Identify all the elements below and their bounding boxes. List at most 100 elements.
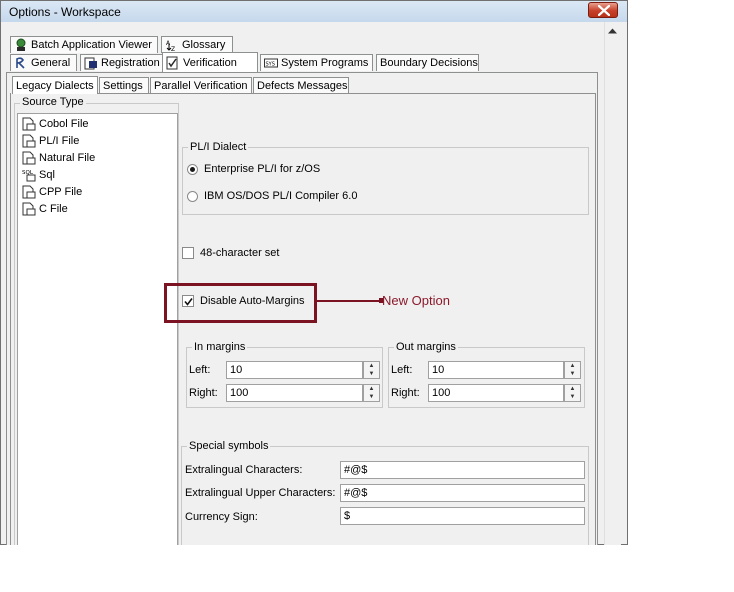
file-icon xyxy=(22,134,36,147)
spin-down-icon[interactable]: ▼ xyxy=(364,370,379,378)
source-item-label: Natural File xyxy=(39,151,96,164)
file-icon xyxy=(22,185,36,198)
char-set-48-checkbox[interactable] xyxy=(182,247,194,259)
file-icon xyxy=(22,202,36,215)
source-item-c[interactable]: C File xyxy=(22,200,68,217)
tab-label: Glossary xyxy=(182,39,226,51)
highlight-box xyxy=(164,283,317,323)
spin-up-icon[interactable]: ▲ xyxy=(565,385,580,393)
source-type-legend: Source Type xyxy=(20,96,86,108)
subtab-defects-messages[interactable]: Defects Messages xyxy=(253,77,349,94)
verification-icon xyxy=(166,56,178,69)
currency-sign-input[interactable]: $ xyxy=(340,507,585,525)
dialect-option-label: IBM OS/DOS PL/I Compiler 6.0 xyxy=(204,190,358,202)
source-item-pli[interactable]: PL/I File xyxy=(22,132,79,149)
system-programs-icon: SYS xyxy=(264,58,278,68)
source-type-list[interactable]: Cobol File PL/I File Natural File SQL Sq… xyxy=(17,113,178,545)
tab-label: Verification xyxy=(183,56,237,69)
subtab-label: Legacy Dialects xyxy=(16,79,94,92)
general-icon xyxy=(16,57,25,69)
extralingual-characters-label: Extralingual Characters: xyxy=(185,464,303,476)
tab-label: Boundary Decisions xyxy=(380,57,478,69)
in-margins-left-label: Left: xyxy=(189,364,211,376)
char-set-48-option[interactable]: 48-character set xyxy=(182,247,279,259)
char-set-48-label: 48-character set xyxy=(200,247,280,259)
out-margins-right-spinner[interactable]: ▲ ▼ xyxy=(564,384,581,402)
source-item-label: CPP File xyxy=(39,185,83,198)
glossary-icon: A Z xyxy=(166,40,175,52)
in-margins-right-spinner[interactable]: ▲ ▼ xyxy=(363,384,380,402)
close-icon xyxy=(598,5,610,16)
subtab-label: Defects Messages xyxy=(257,80,348,92)
in-margins-right-label: Right: xyxy=(189,387,218,399)
dialect-option-ibm-os-dos[interactable]: IBM OS/DOS PL/I Compiler 6.0 xyxy=(187,190,357,202)
dialect-option-label: Enterprise PL/I for z/OS xyxy=(204,163,321,175)
subtab-label: Parallel Verification xyxy=(154,80,248,92)
spin-up-icon[interactable]: ▲ xyxy=(565,362,580,370)
radio-button[interactable] xyxy=(187,163,198,175)
registration-icon xyxy=(84,57,97,70)
tab-label: System Programs xyxy=(281,57,369,69)
in-margins-left-input[interactable]: 10 xyxy=(226,361,363,379)
out-margins-right-input[interactable]: 100 xyxy=(428,384,564,402)
subtab-label: Settings xyxy=(103,80,143,92)
spin-down-icon[interactable]: ▼ xyxy=(364,393,379,401)
scroll-up-button[interactable] xyxy=(604,22,621,39)
vertical-scrollbar[interactable] xyxy=(604,22,621,545)
title-bar[interactable]: Options - Workspace xyxy=(1,1,627,22)
sql-icon: SQL xyxy=(22,170,36,181)
tab-glossary[interactable]: A Z Glossary xyxy=(161,36,233,53)
tab-batch-application-viewer[interactable]: Batch Application Viewer xyxy=(10,36,158,53)
out-margins-left-label: Left: xyxy=(391,364,413,376)
subtab-divider xyxy=(98,93,596,94)
source-item-label: C File xyxy=(39,202,68,215)
special-symbols-legend: Special symbols xyxy=(187,440,271,452)
out-margins-left-input[interactable]: 10 xyxy=(428,361,564,379)
dialect-option-enterprise[interactable]: Enterprise PL/I for z/OS xyxy=(187,163,320,175)
spin-down-icon[interactable]: ▼ xyxy=(565,370,580,378)
close-button[interactable] xyxy=(588,2,618,18)
spin-down-icon[interactable]: ▼ xyxy=(565,393,580,401)
extralingual-upper-characters-input[interactable]: #@$ xyxy=(340,484,585,502)
in-margins-legend: In margins xyxy=(192,341,248,353)
svg-text:SYS: SYS xyxy=(266,62,275,68)
file-icon xyxy=(22,117,36,130)
currency-sign-label: Currency Sign: xyxy=(185,511,258,523)
out-margins-right-label: Right: xyxy=(391,387,420,399)
batch-viewer-icon xyxy=(16,38,26,51)
tab-registration[interactable]: Registration xyxy=(80,54,167,71)
extralingual-upper-characters-label: Extralingual Upper Characters: xyxy=(185,487,336,499)
source-item-natural[interactable]: Natural File xyxy=(22,149,95,166)
out-margins-legend: Out margins xyxy=(394,341,458,353)
pli-dialect-group xyxy=(182,147,589,215)
source-item-cpp[interactable]: CPP File xyxy=(22,183,82,200)
tab-system-programs[interactable]: SYS System Programs xyxy=(260,54,373,71)
pli-dialect-legend: PL/I Dialect xyxy=(188,141,249,153)
out-margins-left-spinner[interactable]: ▲ ▼ xyxy=(564,361,581,379)
chevron-up-icon xyxy=(608,28,617,33)
tab-label: Batch Application Viewer xyxy=(31,39,152,51)
tab-boundary-decisions[interactable]: Boundary Decisions xyxy=(376,54,479,71)
spin-up-icon[interactable]: ▲ xyxy=(364,385,379,393)
source-item-label: Sql xyxy=(39,168,55,181)
in-margins-left-spinner[interactable]: ▲ ▼ xyxy=(363,361,380,379)
subtab-parallel-verification[interactable]: Parallel Verification xyxy=(150,77,252,94)
in-margins-right-input[interactable]: 100 xyxy=(226,384,363,402)
tab-label: General xyxy=(31,57,71,69)
tab-general[interactable]: General xyxy=(10,54,77,71)
radio-button[interactable] xyxy=(187,190,198,202)
tab-verification[interactable]: Verification xyxy=(162,52,258,72)
tab-label: Registration xyxy=(101,57,160,69)
extralingual-characters-input[interactable]: #@$ xyxy=(340,461,585,479)
file-icon xyxy=(22,151,36,164)
subtab-legacy-dialects[interactable]: Legacy Dialects xyxy=(12,76,98,94)
spin-up-icon[interactable]: ▲ xyxy=(364,362,379,370)
source-item-cobol[interactable]: Cobol File xyxy=(22,115,89,132)
callout-text: New Option xyxy=(382,293,450,308)
callout-line xyxy=(317,300,381,302)
source-item-sql[interactable]: SQL Sql xyxy=(22,166,55,183)
source-item-label: Cobol File xyxy=(39,117,89,130)
source-item-label: PL/I File xyxy=(39,134,80,147)
window-title: Options - Workspace xyxy=(9,5,121,19)
subtab-settings[interactable]: Settings xyxy=(99,77,149,94)
